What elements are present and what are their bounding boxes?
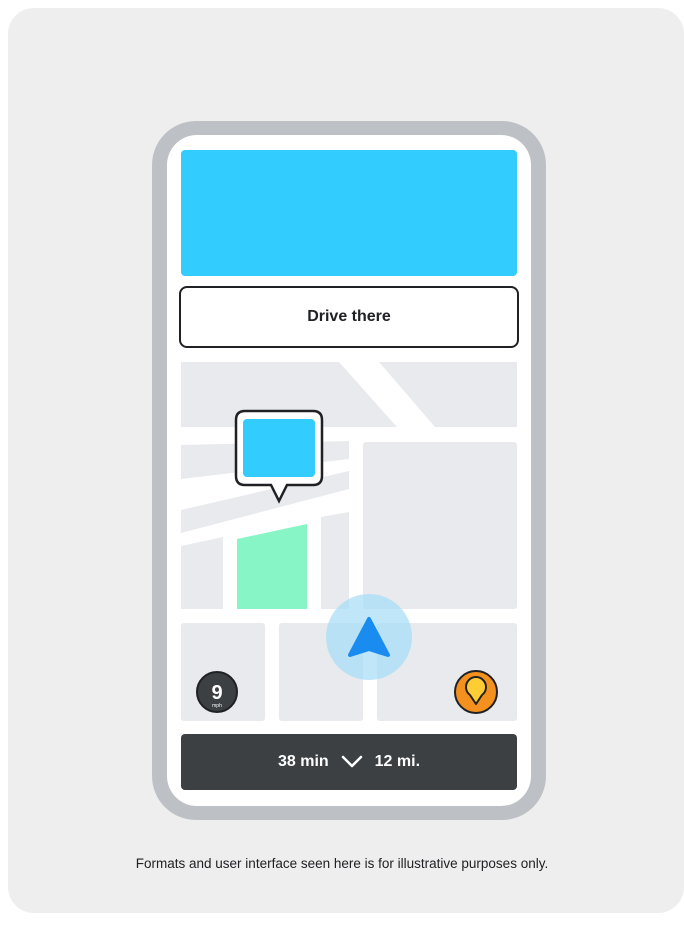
phone-screen: Drive there 9 mph 38 min 12 mi. bbox=[167, 135, 531, 806]
trip-info-bar[interactable]: 38 min 12 mi. bbox=[181, 734, 517, 790]
map-block bbox=[321, 512, 349, 609]
speed-unit: mph bbox=[212, 703, 222, 709]
disclaimer-text: Formats and user interface seen here is … bbox=[135, 856, 549, 871]
speedometer-badge: 9 mph bbox=[196, 671, 238, 713]
map-block bbox=[379, 362, 517, 427]
speed-value: 9 bbox=[211, 682, 222, 704]
trip-duration: 38 min bbox=[277, 753, 329, 770]
trip-distance: 12 mi. bbox=[374, 753, 421, 770]
destination-pin-button[interactable] bbox=[454, 670, 498, 714]
chevron-down-icon[interactable] bbox=[341, 755, 363, 769]
map-block bbox=[181, 537, 223, 609]
map-view[interactable]: 9 mph bbox=[167, 135, 531, 806]
park-area bbox=[237, 524, 307, 609]
place-thumbnail bbox=[243, 419, 315, 477]
map-block bbox=[363, 442, 517, 609]
